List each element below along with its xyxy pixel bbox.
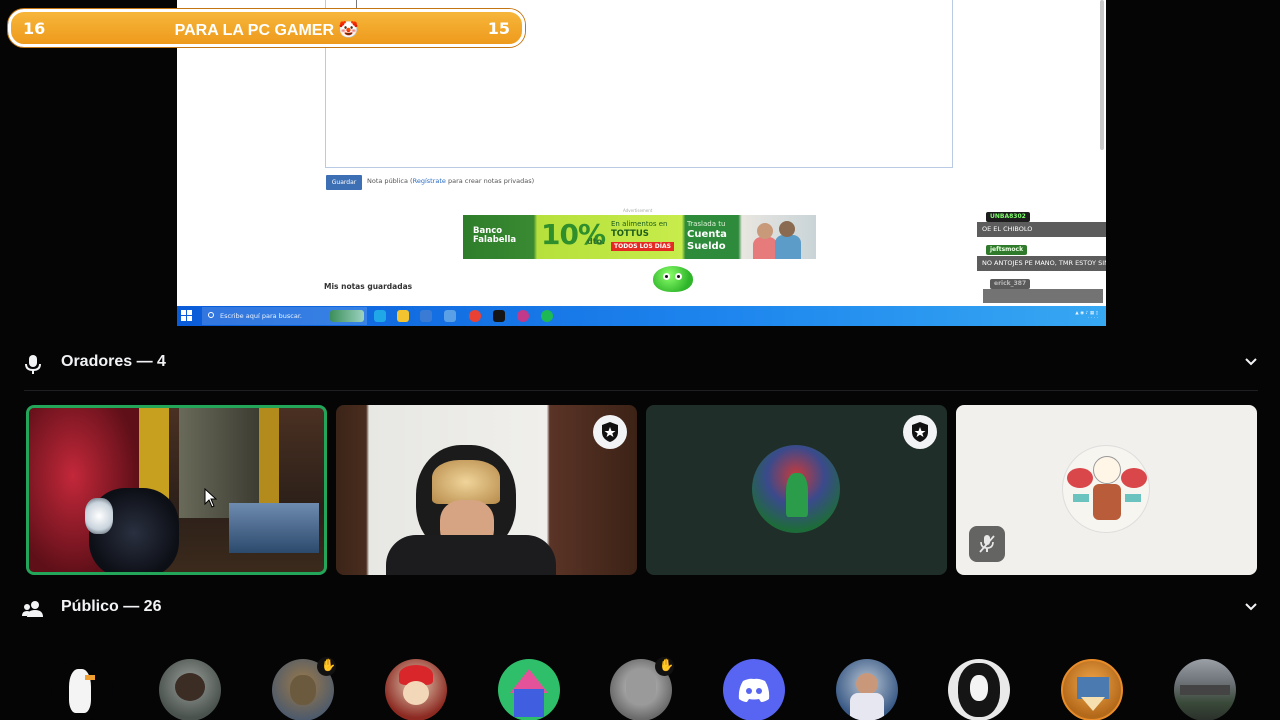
audience-header[interactable]: Público — 26	[0, 586, 1280, 632]
raised-hand-badge: ✋	[655, 657, 674, 676]
audience-label: Público — 26	[61, 598, 162, 615]
chat-message	[983, 289, 1103, 303]
mouse-cursor-icon	[204, 488, 217, 508]
people-icon	[22, 601, 43, 617]
system-tray[interactable]: ▲ ◉ ♪ ▦ ▯ · · · ·	[1075, 311, 1098, 321]
divider	[24, 390, 1258, 391]
shared-screen[interactable]: Guardar Nota pública (Regístrate para cr…	[177, 0, 1106, 326]
edge-icon[interactable]	[374, 310, 386, 322]
speaker-tile-video-2[interactable]	[336, 405, 637, 575]
raised-hand-icon: ✋	[659, 658, 674, 672]
chat-username: jeftsmock	[986, 245, 1028, 255]
chat-username: erick_387	[990, 279, 1031, 289]
windows-taskbar: Escribe aquí para buscar. ▲ ◉ ♪ ▦ ▯ · · ·…	[177, 306, 1106, 326]
page-scrollbar[interactable]	[1100, 0, 1104, 150]
store-icon[interactable]	[420, 310, 432, 322]
audience-avatar[interactable]	[948, 659, 1010, 720]
save-button[interactable]: Guardar	[326, 175, 362, 190]
chrome-icon[interactable]	[469, 310, 481, 322]
note-suffix: para crear notas privadas)	[445, 177, 535, 185]
windows-start-icon[interactable]	[181, 310, 193, 322]
microphone-muted-icon	[979, 535, 995, 553]
ad-food: En alimentos en	[611, 220, 668, 228]
chat-message: OE EL CHIBOLO	[977, 222, 1106, 237]
stream-title-banner: 16 PARA LA PC GAMER 🤡 15	[8, 9, 525, 47]
speaker-tile-avatar-3[interactable]	[646, 405, 947, 575]
raised-hand-icon: ✋	[321, 658, 336, 672]
ad-account: Cuenta Sueldo	[687, 229, 727, 252]
ad-move: Traslada tu	[687, 220, 726, 228]
ad-dto: dto.	[587, 237, 606, 246]
text-caret	[356, 0, 357, 8]
audience-avatar[interactable]	[385, 659, 447, 720]
spotify-icon[interactable]	[541, 310, 553, 322]
chevron-down-icon[interactable]	[1244, 355, 1258, 369]
chevron-down-icon[interactable]	[1244, 600, 1258, 614]
moderator-badge	[593, 415, 627, 449]
ad-days: TODOS LOS DÍAS	[611, 242, 674, 251]
public-note-line: Nota pública (Regístrate para crear nota…	[367, 177, 534, 185]
ad-people-image	[745, 219, 809, 259]
muted-indicator	[969, 526, 1005, 562]
banner-title: PARA LA PC GAMER 🤡	[174, 22, 359, 39]
folder-icon[interactable]	[397, 310, 409, 322]
raised-hand-badge: ✋	[317, 657, 336, 676]
microphone-icon	[25, 355, 41, 374]
discord-logo-icon	[738, 678, 770, 702]
audience-avatar[interactable]	[51, 659, 113, 720]
audience-avatar[interactable]	[723, 659, 785, 720]
saved-notes-heading: Mis notas guardadas	[324, 282, 413, 291]
audience-avatar[interactable]	[836, 659, 898, 720]
speaker-tile-video-1[interactable]	[26, 405, 327, 575]
app-icon[interactable]	[517, 310, 529, 322]
ad-banner[interactable]: Banco Falabella 10% dto. En alimentos en…	[463, 215, 816, 259]
avatar	[752, 445, 840, 533]
note-prefix: Nota pública (	[367, 177, 413, 185]
audience-avatar[interactable]	[1174, 659, 1236, 720]
audience-avatar[interactable]	[498, 659, 560, 720]
speakers-header[interactable]: Oradores — 4	[0, 341, 1280, 387]
slime-mascot	[653, 266, 693, 292]
chat-message: NO ANTOJES PE MANO, TMR ESTOY SIN CENAR …	[977, 256, 1106, 271]
banner-right-number: 15	[487, 19, 510, 38]
register-link[interactable]: Regístrate	[413, 177, 446, 185]
moderator-shield-icon	[912, 422, 928, 442]
ad-percent: 10%	[541, 218, 606, 251]
ad-store: TOTTUS	[611, 229, 649, 239]
ad-brand: Banco Falabella	[473, 226, 517, 245]
speakers-label: Oradores — 4	[61, 353, 166, 370]
speaker-tile-avatar-4[interactable]	[956, 405, 1257, 575]
audience-avatar[interactable]	[159, 659, 221, 720]
moderator-badge	[903, 415, 937, 449]
moderator-shield-icon	[602, 422, 618, 442]
obs-icon[interactable]	[493, 310, 505, 322]
audience-avatar[interactable]	[1061, 659, 1123, 720]
ad-label: Advertisement	[623, 208, 653, 213]
taskbar-weather-icon[interactable]	[330, 310, 364, 322]
mail-icon[interactable]	[444, 310, 456, 322]
stage-view: Guardar Nota pública (Regístrate para cr…	[0, 0, 1280, 720]
avatar	[1062, 445, 1150, 533]
chat-username: UNBA8302	[986, 212, 1030, 222]
